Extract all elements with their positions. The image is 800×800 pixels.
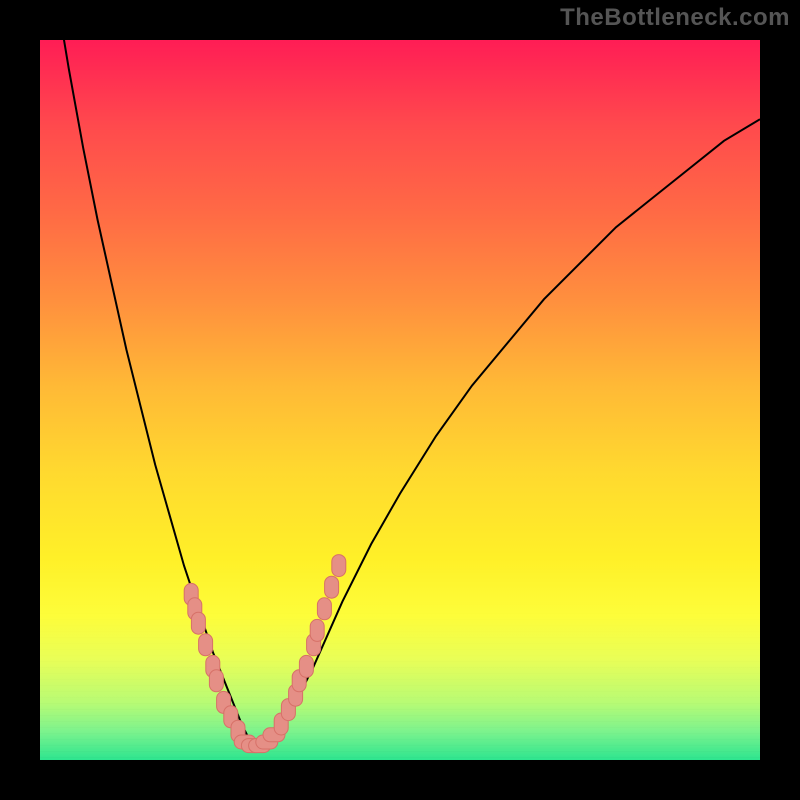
- curve-marker: [299, 655, 313, 677]
- chart-svg: [40, 40, 760, 760]
- curve-marker: [199, 634, 213, 656]
- curve-marker: [325, 576, 339, 598]
- curve-marker: [209, 670, 223, 692]
- curve-marker: [332, 555, 346, 577]
- curve-marker: [191, 612, 205, 634]
- chart-frame: TheBottleneck.com: [0, 0, 800, 800]
- curve-marker: [310, 619, 324, 641]
- plot-area: [40, 40, 760, 760]
- curve-markers: [184, 555, 346, 753]
- watermark-text: TheBottleneck.com: [560, 4, 790, 32]
- bottleneck-curve: [40, 40, 760, 746]
- curve-marker: [317, 598, 331, 620]
